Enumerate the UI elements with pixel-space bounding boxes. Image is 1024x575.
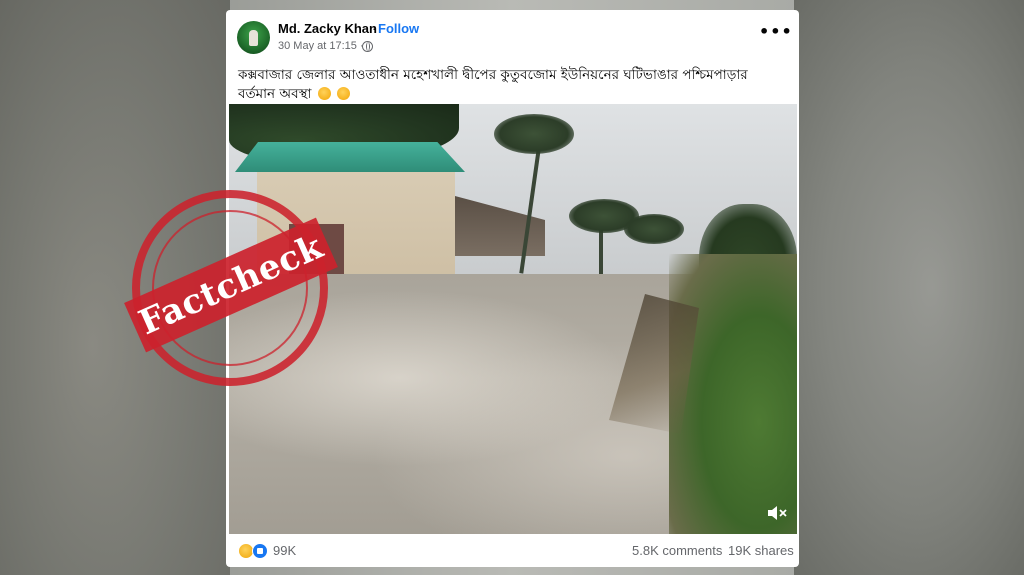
follow-button[interactable]: Follow	[378, 21, 419, 36]
post-timestamp[interactable]: 30 May at 17:15 ·	[278, 40, 364, 52]
background-right	[794, 0, 1024, 575]
video-palm-leaves	[624, 214, 684, 244]
video-riverbank	[669, 254, 797, 534]
reactions-count[interactable]: 99K	[273, 543, 296, 558]
factcheck-stamp: Factcheck	[124, 190, 338, 386]
globe-icon	[362, 41, 373, 52]
post-header: Md. Zacky Khan · Follow 30 May at 17:15 …	[226, 10, 799, 60]
video-house-roof	[235, 142, 465, 172]
speaker-muted-icon[interactable]	[766, 504, 788, 522]
comments-count[interactable]: 5.8K comments	[632, 543, 722, 558]
author-name[interactable]: Md. Zacky Khan	[278, 21, 377, 36]
sad-face-emoji-icon	[337, 87, 351, 100]
sad-face-emoji-icon	[317, 87, 331, 100]
video-palm-leaves	[494, 114, 574, 154]
shares-count[interactable]: 19K shares	[728, 543, 794, 558]
caption-text: কক্সবাজার জেলার আওতাধীন মহেশখালী দ্বীপের…	[238, 67, 748, 102]
avatar[interactable]	[237, 21, 270, 54]
separator-dot: ·	[372, 21, 377, 36]
more-options-button[interactable]: •••	[759, 24, 792, 47]
post-footer: 99K 5.8K comments 19K shares	[226, 536, 799, 567]
like-reaction-icon[interactable]	[252, 543, 268, 559]
post-caption: কক্সবাজার জেলার আওতাধীন মহেশখালী দ্বীপের…	[238, 66, 788, 104]
